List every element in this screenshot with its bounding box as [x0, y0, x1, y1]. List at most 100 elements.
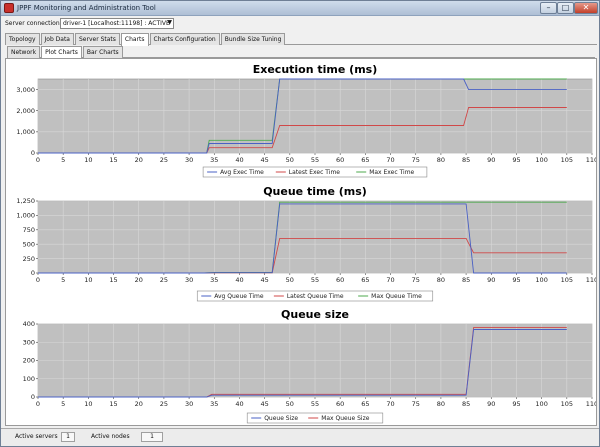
sub-tab-bar: Network Plot Charts Bar Charts	[7, 46, 595, 59]
tab-network[interactable]: Network	[7, 46, 41, 58]
x-tick-label: 5	[61, 276, 65, 284]
x-tick-label: 20	[135, 156, 143, 164]
tab-server-stats[interactable]: Server Stats	[74, 33, 120, 45]
x-tick-label: 80	[437, 276, 445, 284]
x-tick-label: 100	[535, 156, 547, 164]
x-tick-label: 40	[235, 400, 243, 408]
y-tick-label: 400	[23, 320, 35, 328]
charts-panel: Execution time (ms) 0 5 10 15 20 25 30 35 40 45 50 5…	[5, 58, 597, 426]
y-tick-label: 0	[31, 269, 35, 277]
window-title: JPPF Monitoring and Administration Tool	[17, 4, 156, 12]
x-tick-label: 110	[586, 400, 596, 408]
status-bar: Active servers 1 Active nodes 1	[1, 428, 599, 446]
legend-entry: Queue Size	[264, 415, 298, 422]
x-tick-label: 50	[286, 276, 294, 284]
maximize-button[interactable]: □	[557, 2, 574, 14]
x-tick-label: 85	[462, 156, 470, 164]
legend-entry: Max Queue Size	[321, 415, 370, 422]
y-tick-label: 0	[31, 149, 35, 157]
x-tick-label: 75	[412, 400, 420, 408]
tab-bar-charts[interactable]: Bar Charts	[82, 46, 123, 58]
x-tick-label: 90	[487, 156, 495, 164]
x-tick-label: 105	[561, 276, 573, 284]
active-nodes-value: 1	[141, 432, 163, 442]
chart-title: Queue size	[281, 308, 349, 321]
close-button[interactable]: ✕	[574, 2, 598, 14]
x-tick-label: 35	[210, 276, 218, 284]
x-tick-label: 55	[311, 276, 319, 284]
y-tick-label: 750	[23, 226, 35, 234]
tab-topology[interactable]: Topology	[5, 33, 40, 45]
y-tick-label: 100	[23, 375, 35, 383]
x-tick-label: 55	[311, 400, 319, 408]
legend-entry: Latest Queue Time	[287, 293, 344, 300]
x-tick-label: 90	[487, 276, 495, 284]
y-tick-label: 0	[31, 393, 35, 401]
x-tick-label: 105	[561, 156, 573, 164]
legend-entry: Latest Exec Time	[289, 169, 340, 176]
x-tick-label: 35	[210, 156, 218, 164]
x-tick-label: 0	[36, 156, 40, 164]
x-tick-label: 110	[586, 276, 596, 284]
chart-title: Queue time (ms)	[263, 185, 367, 198]
x-tick-label: 105	[561, 400, 573, 408]
x-tick-label: 90	[487, 400, 495, 408]
y-tick-label: 1,000	[16, 212, 35, 220]
x-tick-label: 20	[135, 400, 143, 408]
legend-entry: Avg Exec Time	[220, 169, 264, 176]
x-tick-label: 75	[412, 156, 420, 164]
x-tick-label: 10	[84, 276, 92, 284]
title-bar[interactable]: JPPF Monitoring and Administration Tool …	[1, 1, 599, 16]
y-tick-label: 2,000	[16, 107, 35, 115]
x-tick-label: 25	[160, 276, 168, 284]
x-tick-label: 20	[135, 276, 143, 284]
y-tick-label: 250	[23, 255, 35, 263]
x-tick-label: 35	[210, 400, 218, 408]
x-tick-label: 45	[260, 156, 268, 164]
app-window: JPPF Monitoring and Administration Tool …	[0, 0, 600, 447]
x-tick-label: 15	[109, 400, 117, 408]
main-tab-bar: Topology Job Data Server Stats Charts Ch…	[5, 33, 597, 46]
x-tick-label: 55	[311, 156, 319, 164]
server-connection-row: Server connection driver-1 [Localhost:11…	[1, 17, 599, 31]
x-tick-label: 95	[512, 156, 520, 164]
server-connection-select[interactable]: driver-1 [Localhost:11198] : ACTIVE ▼	[60, 18, 174, 29]
x-tick-label: 65	[361, 276, 369, 284]
tab-bundle-size-tuning[interactable]: Bundle Size Tuning	[220, 33, 286, 45]
x-tick-label: 40	[235, 276, 243, 284]
x-tick-label: 70	[386, 276, 394, 284]
x-tick-label: 100	[535, 276, 547, 284]
x-tick-label: 65	[361, 156, 369, 164]
server-connection-label: Server connection	[5, 20, 60, 27]
x-tick-label: 30	[185, 156, 193, 164]
app-logo-icon	[4, 3, 14, 13]
x-tick-label: 15	[109, 156, 117, 164]
y-tick-label: 1,000	[16, 128, 35, 136]
legend-entry: Avg Queue Time	[214, 293, 264, 300]
chevron-down-icon[interactable]: ▼	[167, 19, 172, 26]
x-tick-label: 15	[109, 276, 117, 284]
y-tick-label: 200	[23, 357, 35, 365]
minimize-button[interactable]: –	[540, 2, 557, 14]
x-tick-label: 45	[260, 400, 268, 408]
tab-charts-configuration[interactable]: Charts Configuration	[149, 33, 220, 45]
y-tick-label: 300	[23, 338, 35, 346]
active-servers-label: Active servers	[15, 433, 58, 440]
x-tick-label: 95	[512, 276, 520, 284]
x-tick-label: 50	[286, 400, 294, 408]
active-nodes-label: Active nodes	[91, 433, 130, 440]
active-servers-value: 1	[61, 432, 75, 442]
x-tick-label: 70	[386, 400, 394, 408]
y-tick-label: 500	[23, 240, 35, 248]
x-tick-label: 60	[336, 276, 344, 284]
x-tick-label: 60	[336, 156, 344, 164]
y-tick-label: 3,000	[16, 86, 35, 94]
x-tick-label: 10	[84, 400, 92, 408]
x-tick-label: 80	[437, 156, 445, 164]
tab-job-data[interactable]: Job Data	[40, 33, 74, 45]
x-tick-label: 70	[386, 156, 394, 164]
legend-entry: Max Queue Time	[371, 293, 422, 300]
x-tick-label: 85	[462, 400, 470, 408]
x-tick-label: 5	[61, 400, 65, 408]
tab-charts[interactable]: Charts	[120, 33, 149, 46]
